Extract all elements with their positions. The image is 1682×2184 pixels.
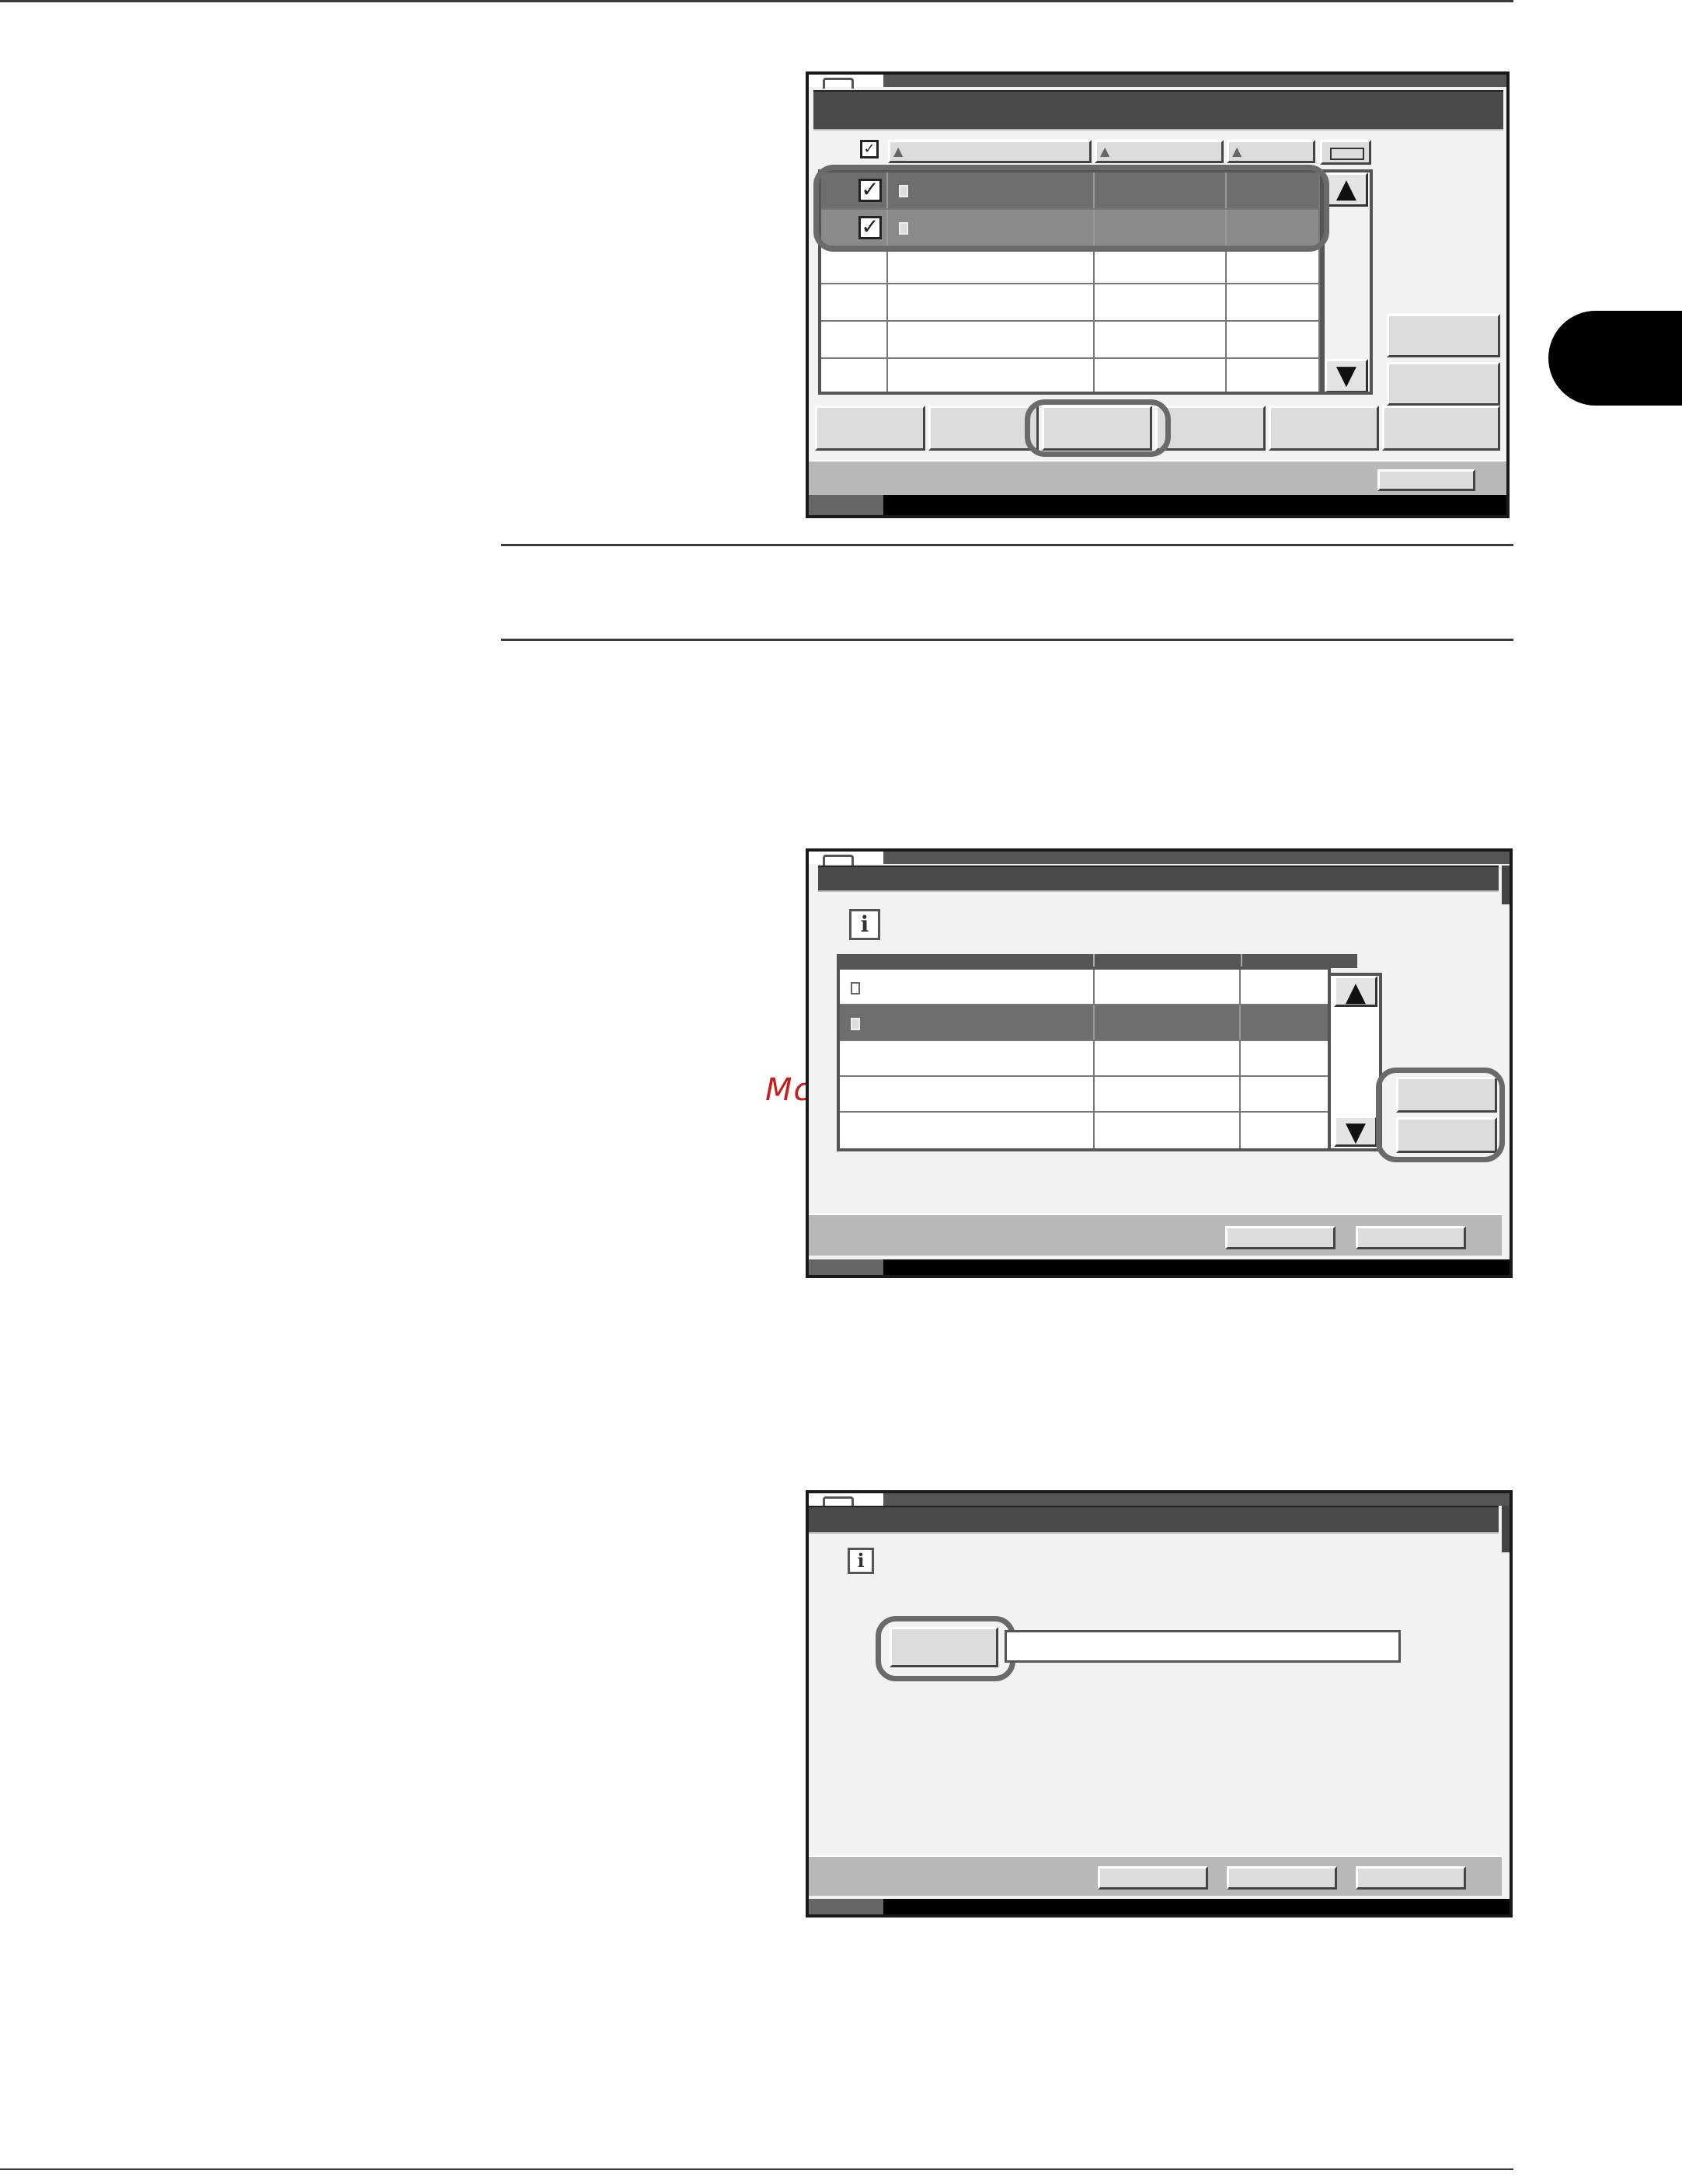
footer-button-2[interactable]	[1356, 1226, 1466, 1249]
screen-top-bar	[809, 75, 1506, 89]
right-edge-bar	[1502, 866, 1510, 904]
document-list-screen: i ▲ ▼	[806, 848, 1513, 1278]
screen-bottom-strip	[809, 1259, 1510, 1275]
selected-rows-highlight	[813, 165, 1329, 252]
footer-button-1[interactable]	[1225, 1226, 1336, 1249]
document-icon	[851, 1018, 860, 1030]
file-row[interactable]	[821, 284, 1318, 322]
document-row[interactable]	[840, 1041, 1328, 1077]
view-toggle-button[interactable]	[1320, 140, 1371, 165]
sort-arrow-icon: ▲	[893, 144, 904, 158]
file-row[interactable]	[821, 359, 1318, 392]
note-rule-bottom	[501, 639, 1513, 641]
side-button-1[interactable]	[1387, 314, 1500, 357]
folder-icon	[823, 78, 854, 89]
thumbnail-view-icon	[1330, 148, 1364, 160]
document-box-screen: ✓ ▲ ▲ ▲ ✓ ✓ ▲ ▼	[806, 71, 1510, 518]
document-row[interactable]	[840, 1005, 1328, 1041]
close-button[interactable]	[1377, 469, 1475, 491]
footer-button-3[interactable]	[1356, 1866, 1466, 1890]
bottom-button-1[interactable]	[815, 406, 925, 451]
info-icon: i	[848, 1548, 874, 1574]
bottom-button-6[interactable]	[1382, 406, 1500, 451]
top-dark-bar	[883, 1493, 1510, 1506]
screen-bottom-strip	[809, 495, 1506, 515]
screen-title-bar	[809, 1506, 1499, 1534]
name-button-highlight	[876, 1616, 1015, 1681]
status-bar	[809, 1855, 1502, 1896]
name-entry-screen: i	[806, 1490, 1513, 1918]
footer-button-2[interactable]	[1227, 1866, 1337, 1890]
document-row[interactable]	[840, 970, 1328, 1005]
file-row[interactable]	[821, 322, 1318, 359]
top-dark-bar	[883, 852, 1510, 864]
document-icon	[851, 982, 860, 994]
bottom-button-highlight	[1025, 399, 1171, 457]
right-edge-bar	[1502, 1506, 1510, 1552]
screen-bottom-strip	[809, 1899, 1510, 1914]
sort-arrow-icon: ▲	[1232, 144, 1242, 158]
document-list	[837, 967, 1331, 1151]
screen-top-bar	[809, 852, 1510, 866]
top-dark-bar	[883, 75, 1506, 87]
screen-title-bar	[813, 90, 1503, 131]
bottom-button-5[interactable]	[1269, 406, 1379, 451]
list-header: ✓ ▲ ▲ ▲	[818, 140, 1346, 165]
scroll-up-button[interactable]: ▲	[1334, 976, 1377, 1007]
sort-arrow-icon: ▲	[1100, 144, 1110, 158]
side-buttons-highlight	[1376, 1068, 1505, 1162]
sort-size-header[interactable]: ▲	[1227, 140, 1315, 163]
file-row[interactable]	[821, 247, 1318, 284]
folder-icon	[823, 855, 854, 866]
bottom-button-2[interactable]	[928, 406, 1039, 451]
chapter-tab	[1548, 311, 1682, 406]
status-bar	[809, 1214, 1502, 1256]
document-row[interactable]	[840, 1113, 1328, 1148]
info-icon: i	[849, 909, 880, 940]
bottom-rule	[0, 2168, 1513, 2170]
scroll-down-button[interactable]: ▼	[1334, 1116, 1377, 1147]
sort-date-header[interactable]: ▲	[1095, 140, 1224, 163]
name-input-field[interactable]	[1005, 1630, 1401, 1663]
note-rule-top	[501, 544, 1513, 546]
footer-button-1[interactable]	[1098, 1866, 1208, 1890]
screen-title-bar	[818, 866, 1499, 892]
top-rule	[0, 0, 1513, 2]
bottom-button-4[interactable]	[1155, 406, 1266, 451]
side-button-2[interactable]	[1387, 362, 1500, 406]
screen-top-bar	[809, 1493, 1510, 1507]
document-row[interactable]	[840, 1077, 1328, 1113]
sort-name-header[interactable]: ▲	[888, 140, 1092, 163]
select-all-checkbox[interactable]: ✓	[860, 140, 879, 158]
